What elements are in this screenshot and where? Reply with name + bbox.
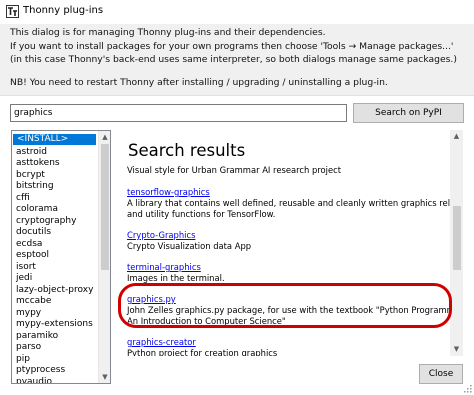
info-line: NB! You need to restart Thonny after ins… — [10, 77, 388, 88]
package-list-item[interactable]: pyaudio — [12, 376, 97, 384]
info-line: (in this case Thonny's back-end uses sam… — [10, 54, 457, 65]
search-pypi-button[interactable]: Search on PyPI — [353, 103, 464, 123]
result-description: Visual style for Urban Grammar AI resear… — [127, 165, 342, 175]
package-list-item[interactable]: esptool — [12, 249, 97, 261]
scroll-down-arrow-icon[interactable]: ▼ — [100, 372, 110, 382]
package-list-item[interactable]: ecdsa — [12, 238, 97, 250]
package-list-scrollbar[interactable]: ▲ ▼ — [98, 131, 110, 383]
package-list-item[interactable]: jedi — [12, 272, 97, 284]
resize-grip-icon[interactable] — [464, 385, 472, 393]
package-list-item[interactable]: paramiko — [12, 330, 97, 342]
package-list-item[interactable]: mypy — [12, 307, 97, 319]
result-link-graphics-creator[interactable]: graphics-creator — [127, 337, 196, 347]
package-list-item[interactable]: lazy-object-proxy — [12, 284, 97, 296]
result-description: and utility functions for TensorFlow. — [127, 209, 276, 219]
scroll-up-arrow-icon[interactable]: ▲ — [451, 131, 462, 142]
scrollbar-thumb[interactable] — [101, 144, 109, 270]
result-description: Crypto Visualization data App — [127, 241, 252, 251]
result-description: An Introduction to Computer Science" — [127, 316, 286, 326]
results-heading: Search results — [128, 141, 246, 160]
search-input[interactable] — [10, 104, 347, 122]
package-list-item[interactable]: bcrypt — [12, 169, 97, 181]
result-description: John Zelles graphics.py package, for use… — [127, 305, 463, 315]
package-list-item[interactable]: cffi — [12, 192, 97, 204]
thonny-icon — [6, 5, 19, 18]
info-line: If you want to install packages for your… — [10, 41, 454, 52]
package-list-item[interactable]: parso — [12, 341, 97, 353]
result-link-tensorflow-graphics[interactable]: tensorflow-graphics — [127, 187, 210, 197]
title-bar: Thonny plug-ins — [0, 0, 474, 24]
package-list-item[interactable]: docutils — [12, 226, 97, 238]
close-button[interactable]: Close — [419, 364, 463, 384]
package-list-item[interactable]: mypy-extensions — [12, 318, 97, 330]
result-description: Images in the terminal. — [127, 273, 225, 283]
package-list-item[interactable]: asttokens — [12, 157, 97, 169]
scroll-down-arrow-icon[interactable]: ▼ — [451, 344, 462, 355]
package-list-item[interactable]: astroid — [12, 146, 97, 158]
info-panel: This dialog is for managing Thonny plug-… — [0, 24, 474, 96]
result-link-crypto-graphics[interactable]: Crypto-Graphics — [127, 230, 195, 240]
package-list-item[interactable]: ptyprocess — [12, 364, 97, 376]
scrollbar-thumb[interactable] — [453, 206, 461, 270]
search-results-panel: Search results Visual style for Urban Gr… — [113, 130, 463, 356]
package-list-item[interactable]: pip — [12, 353, 97, 365]
scroll-up-arrow-icon[interactable]: ▲ — [100, 132, 110, 142]
package-list-item[interactable]: cryptography — [12, 215, 97, 227]
package-list-item[interactable]: mccabe — [12, 295, 97, 307]
results-scrollbar[interactable]: ▲ ▼ — [450, 130, 463, 356]
result-description: A library that contains well defined, re… — [127, 198, 463, 208]
window-title: Thonny plug-ins — [23, 5, 104, 16]
package-list[interactable]: <INSTALL> astroid asttokens bcrypt bitst… — [11, 130, 111, 384]
result-description: Python project for creation qraphics — [127, 348, 278, 356]
package-list-item[interactable]: <INSTALL> — [13, 134, 96, 145]
package-list-item[interactable]: isort — [12, 261, 97, 273]
info-line: This dialog is for managing Thonny plug-… — [10, 27, 326, 38]
package-list-item[interactable]: colorama — [12, 203, 97, 215]
result-link-graphics-py[interactable]: graphics.py — [127, 294, 176, 304]
package-list-item[interactable]: bitstring — [12, 180, 97, 192]
result-link-terminal-graphics[interactable]: terminal-graphics — [127, 262, 201, 272]
